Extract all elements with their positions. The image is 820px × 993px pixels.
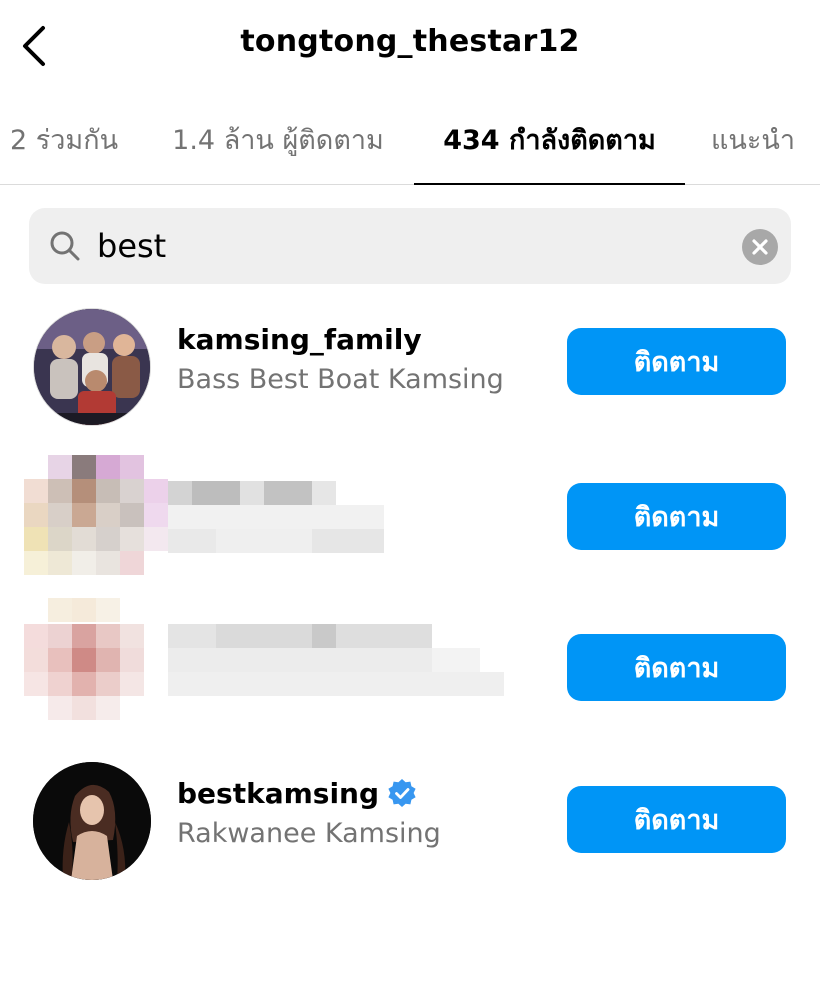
list-item-blurred[interactable]: ติดตาม: [0, 447, 820, 587]
full-name: Bass Best Boat Kamsing: [177, 364, 504, 395]
username-text: kamsing_family: [177, 322, 422, 356]
search-icon: [50, 231, 80, 261]
tab-mutual[interactable]: 2 ร่วมกัน: [0, 95, 145, 184]
avatar[interactable]: [33, 308, 151, 426]
blurred-avatar: [24, 598, 144, 720]
search-input[interactable]: [97, 220, 737, 272]
list-item-blurred[interactable]: ติดตาม: [0, 598, 820, 738]
follow-button[interactable]: ติดตาม: [567, 786, 786, 853]
username[interactable]: bestkamsing: [177, 774, 547, 812]
blurred-username: [168, 481, 336, 505]
follow-button[interactable]: ติดตาม: [567, 634, 786, 701]
profile-photo-image: [33, 762, 151, 880]
list-item[interactable]: kamsing_family Bass Best Boat Kamsing ติ…: [0, 296, 820, 436]
tab-bar: 2 ร่วมกัน 1.4 ล้าน ผู้ติดตาม 434 กำลังติ…: [0, 95, 820, 185]
blurred-username: [168, 624, 432, 648]
user-info: kamsing_family Bass Best Boat Kamsing: [177, 320, 547, 396]
blurred-full-name: [168, 648, 504, 696]
username-text: bestkamsing: [177, 776, 380, 810]
avatar[interactable]: [33, 762, 151, 880]
user-info: bestkamsing Rakwanee Kamsing: [177, 774, 547, 850]
tab-following[interactable]: 434 กำลังติดตาม: [414, 95, 685, 185]
top-bar: tongtong_thestar12: [0, 0, 820, 95]
list-item[interactable]: bestkamsing Rakwanee Kamsing ติดตาม: [0, 750, 820, 890]
follow-button[interactable]: ติดตาม: [567, 328, 786, 395]
family-photo-image: [34, 309, 150, 425]
blurred-full-name: [168, 505, 384, 553]
page-title: tongtong_thestar12: [240, 24, 580, 59]
tab-suggested[interactable]: แนะนำ: [695, 95, 820, 184]
username[interactable]: kamsing_family: [177, 320, 547, 358]
search-bar: [29, 208, 791, 284]
follow-button[interactable]: ติดตาม: [567, 483, 786, 550]
clear-search-icon[interactable]: [742, 229, 778, 265]
verified-badge-icon: [388, 779, 416, 807]
tab-followers[interactable]: 1.4 ล้าน ผู้ติดตาม: [152, 95, 404, 184]
blurred-avatar: [24, 455, 168, 585]
full-name: Rakwanee Kamsing: [177, 818, 441, 849]
